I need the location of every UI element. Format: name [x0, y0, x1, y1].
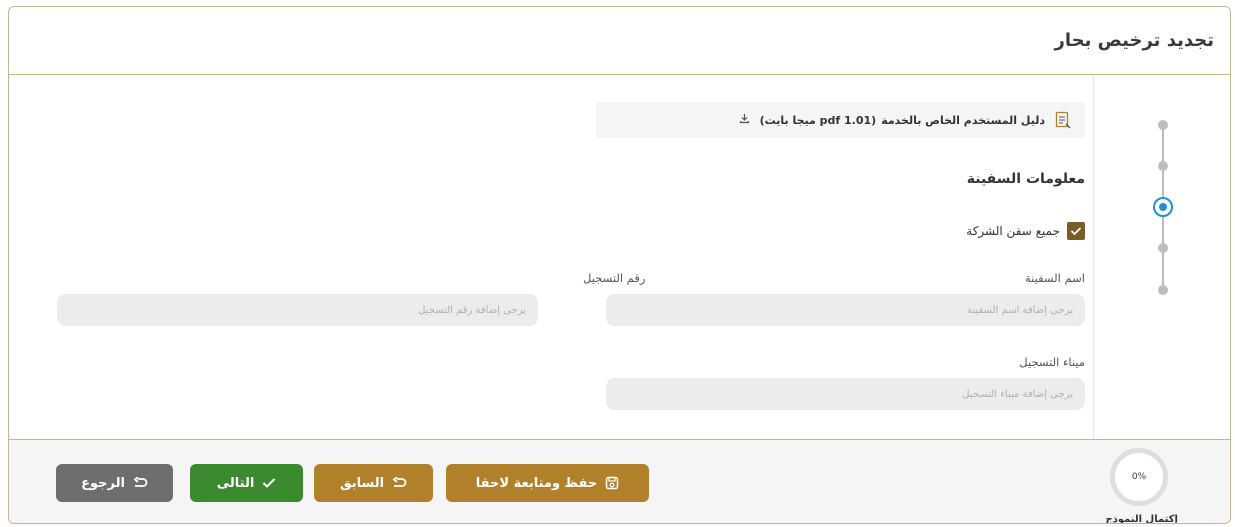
- save-continue-later-label: حفظ ومتابعة لاحقا: [475, 475, 598, 491]
- completion-ring: 0%: [1110, 448, 1168, 506]
- back-label: الرجوع: [81, 475, 125, 491]
- form-footer: 0% إكتمال النموذج حفظ ومتابعة لاحقا السا…: [9, 439, 1230, 524]
- save-icon: [605, 476, 619, 490]
- form-card: تجديد ترخيص بحار دليل المستخدم الخاص بال…: [8, 6, 1231, 524]
- all-vessels-checkbox[interactable]: [1067, 222, 1085, 240]
- step-4-dot[interactable]: [1158, 243, 1168, 253]
- step-3-dot-active[interactable]: [1153, 197, 1173, 217]
- registration-port-label: ميناء التسجيل: [1019, 355, 1085, 369]
- previous-label: السابق: [339, 475, 385, 491]
- document-icon: [1055, 111, 1071, 129]
- step-1-dot[interactable]: [1158, 120, 1168, 130]
- return-arrow-icon: [133, 477, 148, 489]
- all-company-vessels-option[interactable]: جميع سفن الشركة: [966, 222, 1085, 240]
- download-icon[interactable]: [739, 113, 750, 127]
- completion-label: إكتمال النموذج: [1105, 514, 1178, 524]
- previous-button[interactable]: السابق: [314, 464, 433, 502]
- section-title: معلومات السفينة: [966, 171, 1085, 187]
- all-vessels-label: جميع سفن الشركة: [966, 224, 1060, 238]
- registration-number-input[interactable]: [57, 294, 538, 326]
- step-5-dot[interactable]: [1158, 285, 1168, 295]
- registration-number-label: رقم التسجيل: [583, 271, 646, 285]
- undo-arrow-icon: [392, 477, 407, 489]
- save-continue-later-button[interactable]: حفظ ومتابعة لاحقا: [446, 464, 649, 502]
- page-title: تجديد ترخيص بحار: [1054, 30, 1214, 51]
- user-guide-text: دليل المستخدم الخاص بالخدمة: [881, 113, 1045, 127]
- vessel-name-input[interactable]: [606, 294, 1085, 326]
- completion-value: 0%: [1131, 472, 1147, 482]
- user-guide-link[interactable]: دليل المستخدم الخاص بالخدمة (pdf 1.01 مي…: [596, 102, 1085, 138]
- page-header: تجديد ترخيص بحار: [9, 7, 1230, 75]
- vessel-name-label: اسم السفينة: [1024, 271, 1085, 285]
- form-content: دليل المستخدم الخاص بالخدمة (pdf 1.01 مي…: [9, 76, 1093, 439]
- next-label: التالى: [216, 475, 255, 491]
- progress-stepper: [1093, 76, 1230, 439]
- next-button[interactable]: التالى: [190, 464, 303, 502]
- checkmark-icon: [262, 477, 276, 489]
- back-button[interactable]: الرجوع: [56, 464, 173, 502]
- user-guide-size: (pdf 1.01 ميجا بايت): [759, 113, 877, 127]
- registration-port-input[interactable]: [606, 378, 1085, 410]
- step-2-dot[interactable]: [1158, 161, 1168, 171]
